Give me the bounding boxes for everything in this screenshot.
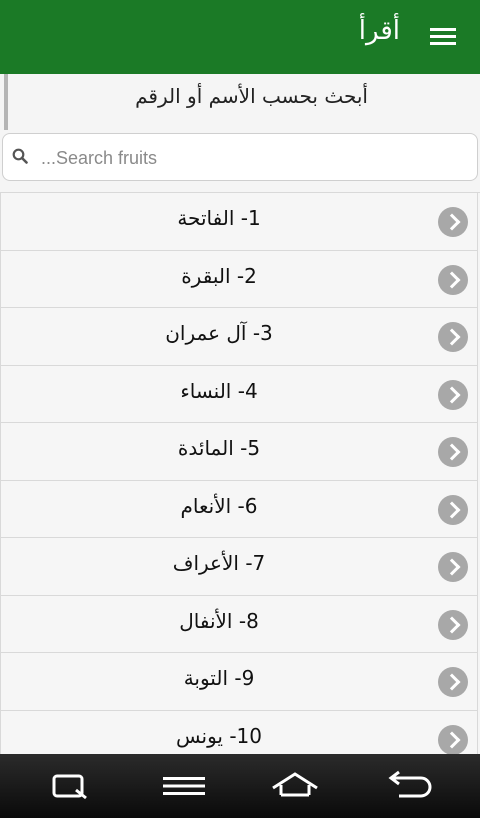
back-icon[interactable] bbox=[383, 768, 433, 804]
chevron-right-icon bbox=[438, 437, 468, 467]
chevron-right-icon bbox=[438, 264, 468, 295]
surah-label: 2- البقرة bbox=[181, 263, 257, 288]
search-input[interactable] bbox=[39, 142, 463, 174]
recent-apps-icon[interactable] bbox=[46, 768, 96, 804]
surah-label: 9- التوبة bbox=[183, 666, 255, 690]
surah-list-item[interactable]: 3- آل عمران bbox=[0, 308, 478, 366]
surah-list-item[interactable]: 4- النساء bbox=[0, 365, 478, 423]
system-navigation-bar bbox=[0, 754, 480, 818]
chevron-right-icon bbox=[438, 667, 468, 697]
search-box[interactable] bbox=[2, 133, 478, 181]
surah-label: 8- الأنفال bbox=[179, 608, 259, 633]
search-hint: أبحث بحسب الأسم أو الرقم bbox=[4, 74, 480, 130]
chevron-right-icon bbox=[438, 724, 468, 754]
surah-list-item[interactable]: 8- الأنفال bbox=[0, 595, 478, 653]
home-icon[interactable] bbox=[270, 768, 320, 804]
search-hint-text: أبحث بحسب الأسم أو الرقم bbox=[135, 84, 368, 108]
surah-label: 7- الأعراف bbox=[172, 551, 266, 575]
surah-list-item[interactable]: 10- يونس bbox=[0, 710, 478, 754]
search-icon bbox=[12, 148, 28, 164]
surah-list: 1- الفاتحة 2- البقرة 3- آل عمران 4- النساء 5… bbox=[0, 192, 480, 754]
surah-list-item[interactable]: 2- البقرة bbox=[0, 250, 478, 308]
surah-list-item[interactable]: 9- التوبة bbox=[0, 653, 478, 711]
surah-list-item[interactable]: 5- المائدة bbox=[0, 423, 478, 481]
app-screen: أقرأ أبحث بحسب الأسم أو الرقم 1- الفاتحة… bbox=[0, 0, 480, 818]
hamburger-menu-icon[interactable] bbox=[430, 24, 458, 50]
chevron-right-icon bbox=[438, 207, 468, 237]
surah-label: 4- النساء bbox=[180, 378, 258, 403]
surah-label: 6- الأنعام bbox=[180, 493, 258, 518]
surah-label: 3- آل عمران bbox=[165, 321, 273, 345]
surah-label: 10- يونس bbox=[176, 723, 262, 748]
chevron-right-icon bbox=[438, 379, 468, 410]
chevron-right-icon bbox=[438, 322, 468, 352]
chevron-right-icon bbox=[438, 609, 468, 640]
chevron-right-icon bbox=[438, 494, 468, 525]
surah-label: 5- المائدة bbox=[177, 436, 261, 460]
chevron-right-icon bbox=[438, 552, 468, 582]
app-bar: أقرأ bbox=[0, 0, 480, 74]
surah-label: 1- الفاتحة bbox=[177, 206, 261, 230]
app-title: أقرأ bbox=[358, 16, 400, 46]
surah-list-item[interactable]: 7- الأعراف bbox=[0, 538, 478, 596]
menu-icon[interactable] bbox=[159, 768, 209, 804]
surah-list-item[interactable]: 1- الفاتحة bbox=[0, 193, 478, 251]
surah-list-item[interactable]: 6- الأنعام bbox=[0, 480, 478, 538]
